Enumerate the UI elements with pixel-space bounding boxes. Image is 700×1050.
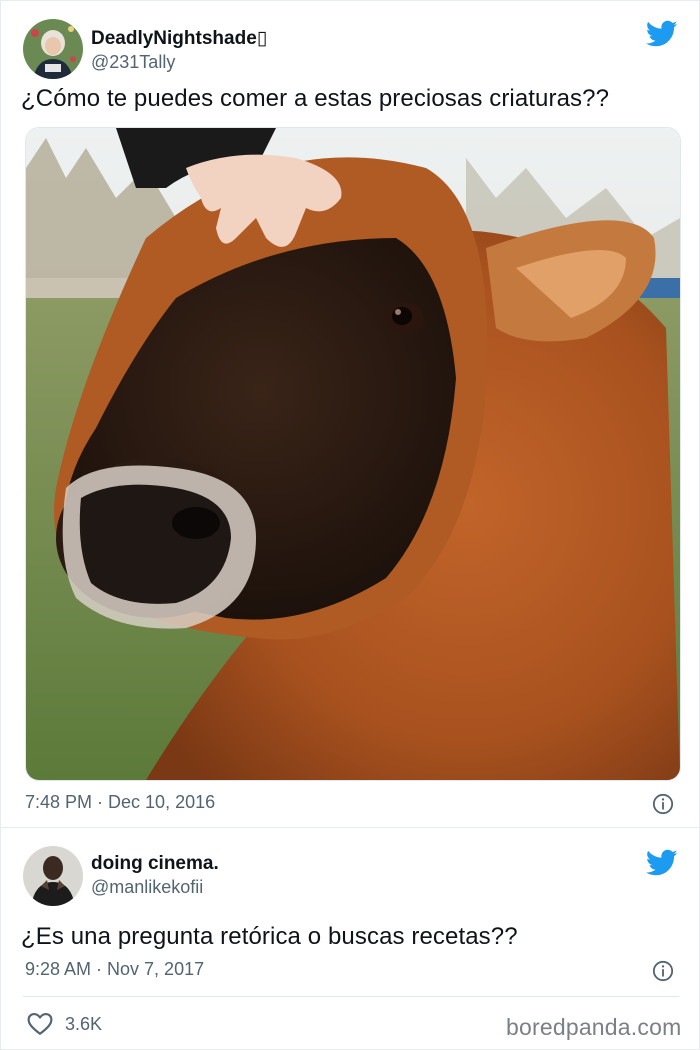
tweet-timestamp[interactable]: 9:28 AM · Nov 7, 2017: [25, 959, 204, 980]
display-name[interactable]: doing cinema.: [91, 853, 219, 875]
avatar[interactable]: [23, 19, 83, 79]
divider: [23, 996, 679, 997]
tweet-card-1: DeadlyNightshade▯ @231Tally ¿Cómo te pue…: [0, 0, 700, 828]
like-count[interactable]: 3.6K: [65, 1014, 102, 1035]
tweet-text: ¿Es una pregunta retórica o buscas recet…: [21, 923, 518, 950]
info-icon[interactable]: [652, 793, 674, 815]
tweet-timestamp[interactable]: 7:48 PM · Dec 10, 2016: [25, 792, 215, 813]
avatar[interactable]: [23, 846, 83, 906]
user-handle[interactable]: @manlikekofii: [91, 877, 203, 898]
watermark: boredpanda.com: [506, 1014, 682, 1040]
info-icon[interactable]: [652, 960, 674, 982]
twitter-bird-icon[interactable]: [646, 20, 678, 48]
display-name[interactable]: DeadlyNightshade▯: [91, 27, 267, 50]
tweet-card-2: doing cinema. @manlikekofii ¿Es una preg…: [0, 828, 700, 1050]
cow-photo[interactable]: [25, 127, 681, 781]
heart-icon[interactable]: [27, 1012, 53, 1036]
twitter-bird-icon[interactable]: [646, 849, 678, 877]
tweet-text: ¿Cómo te puedes comer a estas preciosas …: [21, 85, 610, 112]
user-handle[interactable]: @231Tally: [91, 52, 175, 73]
